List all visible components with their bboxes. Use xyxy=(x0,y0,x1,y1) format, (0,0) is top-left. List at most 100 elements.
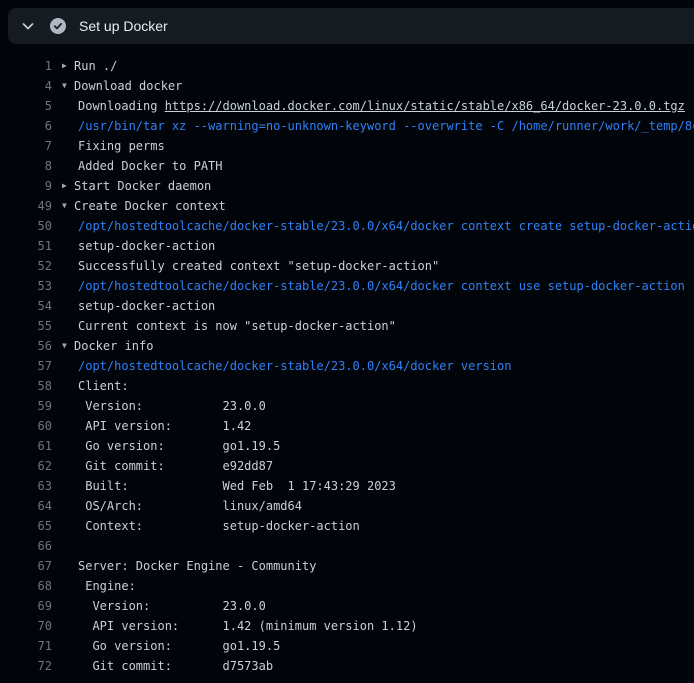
group-title[interactable]: Docker info xyxy=(74,336,153,356)
line-number[interactable]: 7 xyxy=(0,136,52,156)
line-content: Successfully created context "setup-dock… xyxy=(52,256,694,276)
line-content: /opt/hostedtoolcache/docker-stable/23.0.… xyxy=(52,276,694,296)
chevron-expanded-icon[interactable]: ▼ xyxy=(62,336,74,356)
line-number[interactable]: 65 xyxy=(0,516,52,536)
line-number[interactable]: 63 xyxy=(0,476,52,496)
line-number[interactable]: 69 xyxy=(0,596,52,616)
line-content: setup-docker-action xyxy=(52,236,694,256)
indent-spacer xyxy=(62,156,78,176)
log-line: 72 Git commit: d7573ab xyxy=(0,656,694,676)
line-number[interactable]: 59 xyxy=(0,396,52,416)
line-content: /usr/bin/tar xz --warning=no-unknown-key… xyxy=(52,116,694,136)
indent-spacer xyxy=(62,376,78,396)
line-content: Server: Docker Engine - Community xyxy=(52,556,694,576)
log-line: 7 Fixing perms xyxy=(0,136,694,156)
line-number[interactable]: 68 xyxy=(0,576,52,596)
log-text: Client: xyxy=(78,376,129,396)
indent-spacer xyxy=(62,456,78,476)
chevron-collapsed-icon[interactable]: ▶ xyxy=(62,56,74,76)
group-title[interactable]: Create Docker context xyxy=(74,196,226,216)
command-text: /opt/hostedtoolcache/docker-stable/23.0.… xyxy=(78,276,685,296)
line-number[interactable]: 71 xyxy=(0,636,52,656)
line-number[interactable]: 56 xyxy=(0,336,52,356)
line-number[interactable]: 1 xyxy=(0,56,52,76)
chevron-expanded-icon[interactable]: ▼ xyxy=(62,196,74,216)
indent-spacer xyxy=(62,596,78,616)
indent-spacer xyxy=(62,416,78,436)
line-content: Go version: go1.19.5 xyxy=(52,436,694,456)
log-text: Context: setup-docker-action xyxy=(78,516,360,536)
log-line: 62 Git commit: e92dd87 xyxy=(0,456,694,476)
chevron-down-icon[interactable] xyxy=(20,18,36,34)
line-number[interactable]: 6 xyxy=(0,116,52,136)
log-lines: 1▶Run ./4▼Download docker5Downloading ht… xyxy=(0,56,694,676)
line-content: setup-docker-action xyxy=(52,296,694,316)
line-content: ▼Download docker xyxy=(52,76,694,96)
line-content: Client: xyxy=(52,376,694,396)
line-number[interactable]: 52 xyxy=(0,256,52,276)
indent-spacer xyxy=(62,116,78,136)
log-text: Current context is now "setup-docker-act… xyxy=(78,316,396,336)
log-line: 70 API version: 1.42 (minimum version 1.… xyxy=(0,616,694,636)
line-number[interactable]: 4 xyxy=(0,76,52,96)
log-line: 49▼Create Docker context xyxy=(0,196,694,216)
line-number[interactable]: 72 xyxy=(0,656,52,676)
log-text: Added Docker to PATH xyxy=(78,156,223,176)
indent-spacer xyxy=(62,396,78,416)
log-text: Fixing perms xyxy=(78,136,165,156)
line-number[interactable]: 9 xyxy=(0,176,52,196)
group-title[interactable]: Start Docker daemon xyxy=(74,176,211,196)
line-content xyxy=(52,536,694,556)
log-text: Go version: go1.19.5 xyxy=(78,436,280,456)
chevron-expanded-icon[interactable]: ▼ xyxy=(62,76,74,96)
step-header[interactable]: Set up Docker xyxy=(8,8,694,44)
line-number[interactable]: 50 xyxy=(0,216,52,236)
line-number[interactable]: 61 xyxy=(0,436,52,456)
chevron-collapsed-icon[interactable]: ▶ xyxy=(62,176,74,196)
log-line: 58 Client: xyxy=(0,376,694,396)
log-text: Engine: xyxy=(78,576,136,596)
line-content: Engine: xyxy=(52,576,694,596)
log-text: Downloading xyxy=(78,96,165,116)
line-number[interactable]: 64 xyxy=(0,496,52,516)
indent-spacer xyxy=(62,216,78,236)
line-number[interactable]: 57 xyxy=(0,356,52,376)
group-title[interactable]: Run ./ xyxy=(74,56,117,76)
log-link[interactable]: https://download.docker.com/linux/static… xyxy=(165,96,685,116)
line-number[interactable]: 67 xyxy=(0,556,52,576)
log-line: 66 xyxy=(0,536,694,556)
line-number[interactable]: 51 xyxy=(0,236,52,256)
log-text: OS/Arch: linux/amd64 xyxy=(78,496,302,516)
log-line: 8 Added Docker to PATH xyxy=(0,156,694,176)
line-number[interactable]: 54 xyxy=(0,296,52,316)
log-line: 69 Version: 23.0.0 xyxy=(0,596,694,616)
line-number[interactable]: 8 xyxy=(0,156,52,176)
line-content: Added Docker to PATH xyxy=(52,156,694,176)
step-title: Set up Docker xyxy=(79,18,168,34)
log-text: Version: 23.0.0 xyxy=(78,596,266,616)
line-number[interactable]: 60 xyxy=(0,416,52,436)
line-number[interactable]: 58 xyxy=(0,376,52,396)
line-number[interactable]: 53 xyxy=(0,276,52,296)
log-line: 6/usr/bin/tar xz --warning=no-unknown-ke… xyxy=(0,116,694,136)
log-line: 5 Downloading https://download.docker.com… xyxy=(0,96,694,116)
log-line: 57/opt/hostedtoolcache/docker-stable/23.… xyxy=(0,356,694,376)
indent-spacer xyxy=(62,556,78,576)
line-content: ▼Docker info xyxy=(52,336,694,356)
indent-spacer xyxy=(62,136,78,156)
line-content: API version: 1.42 (minimum version 1.12) xyxy=(52,616,694,636)
line-content: ▶Start Docker daemon xyxy=(52,176,694,196)
line-content: ▶Run ./ xyxy=(52,56,694,76)
line-number[interactable]: 5 xyxy=(0,96,52,116)
line-number[interactable]: 66 xyxy=(0,536,52,556)
line-number[interactable]: 49 xyxy=(0,196,52,216)
line-content: Version: 23.0.0 xyxy=(52,596,694,616)
line-number[interactable]: 70 xyxy=(0,616,52,636)
line-content: ▼Create Docker context xyxy=(52,196,694,216)
line-number[interactable]: 55 xyxy=(0,316,52,336)
line-content: API version: 1.42 xyxy=(52,416,694,436)
group-title[interactable]: Download docker xyxy=(74,76,182,96)
line-number[interactable]: 62 xyxy=(0,456,52,476)
line-content: Built: Wed Feb 1 17:43:29 2023 xyxy=(52,476,694,496)
log-line: 53/opt/hostedtoolcache/docker-stable/23.… xyxy=(0,276,694,296)
